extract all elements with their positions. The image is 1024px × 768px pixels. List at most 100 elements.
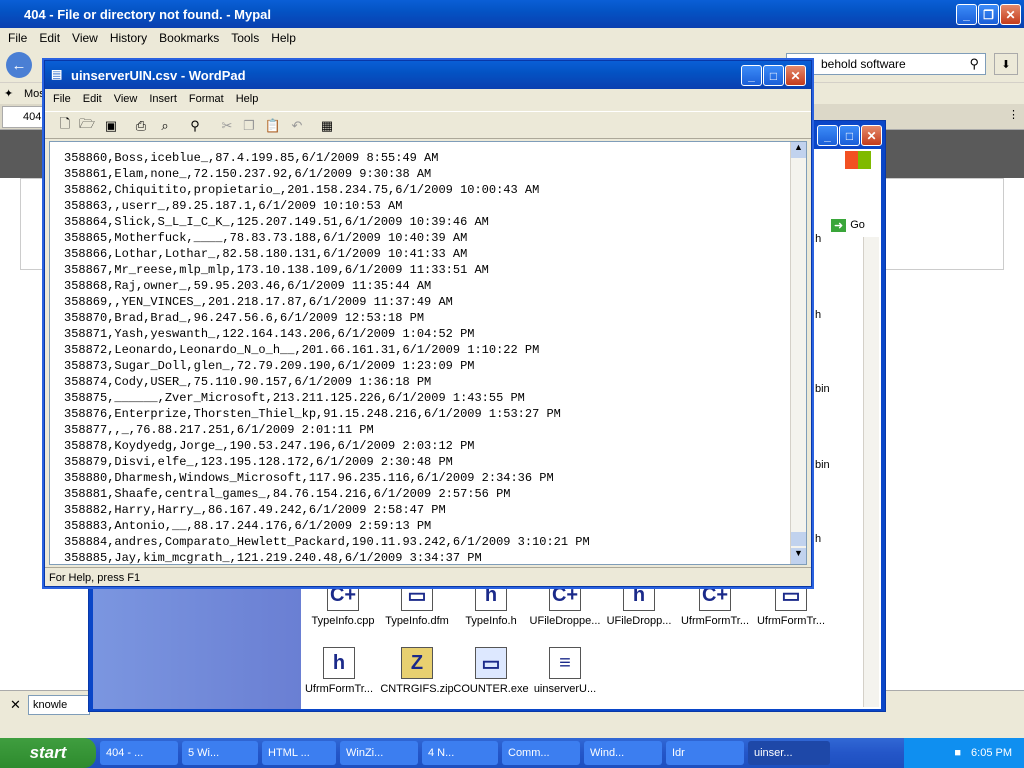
document-vscroll[interactable]: ▲ ▼: [790, 142, 806, 564]
system-tray: ■ 6:05 PM: [904, 738, 1024, 768]
scroll-down-icon[interactable]: ▼: [791, 548, 806, 564]
document-line: 358864,Slick,S_L_I_C_K_,125.207.149.51,6…: [64, 215, 489, 229]
status-text: For Help, press F1: [49, 572, 141, 584]
task-label: Comm...: [508, 747, 550, 759]
explorer-minimize-button[interactable]: _: [817, 125, 838, 146]
zip-file-icon: Z: [401, 647, 433, 679]
new-icon[interactable]: 🗋: [55, 116, 75, 136]
print-preview-icon[interactable]: ⌕: [155, 116, 175, 136]
copy-icon[interactable]: ❐: [239, 116, 259, 136]
wordpad-maximize-button[interactable]: □: [763, 65, 784, 86]
file-name: TypeInfo.dfm: [385, 615, 449, 627]
browser-title: 404 - File or directory not found. - Myp…: [24, 6, 272, 22]
wp-menu-help[interactable]: Help: [236, 93, 259, 105]
document-line: 358861,Elam,none_,72.150.237.92,6/1/2009…: [64, 167, 432, 181]
document-line: 358880,Dharmesh,Windows_Microsoft,117.96…: [64, 471, 554, 485]
file-name: uinserverU...: [533, 683, 597, 695]
wp-menu-format[interactable]: Format: [189, 93, 224, 105]
document-line: 358872,Leonardo,Leonardo_N_o_h__,201.66.…: [64, 343, 540, 357]
close-button[interactable]: ✕: [1000, 4, 1021, 25]
close-find-icon[interactable]: ✕: [10, 697, 21, 713]
file-name: COUNTER.exe: [453, 683, 529, 695]
scroll-up-icon[interactable]: ▲: [791, 142, 806, 158]
exe-file-icon: ▭: [475, 647, 507, 679]
search-input[interactable]: behold software ⚲: [786, 53, 986, 75]
task-label: 4 N...: [428, 747, 455, 759]
file-item[interactable]: h UfrmFormTr...: [301, 647, 377, 695]
wordpad-close-button[interactable]: ✕: [785, 65, 806, 86]
explorer-close-button[interactable]: ✕: [861, 125, 882, 146]
document-line: 358867,Mr_reese,mlp_mlp,173.10.138.109,6…: [64, 263, 489, 277]
task-windows[interactable]: Wind...: [584, 741, 662, 765]
task-wordpad[interactable]: uinser...: [748, 741, 830, 765]
menu-history[interactable]: History: [110, 31, 147, 45]
cut-icon[interactable]: ✂: [217, 116, 237, 136]
menu-bookmarks[interactable]: Bookmarks: [159, 31, 219, 45]
wp-menu-edit[interactable]: Edit: [83, 93, 102, 105]
side-label: h: [815, 309, 822, 321]
restore-button[interactable]: ❐: [978, 4, 999, 25]
go-button[interactable]: ➜ Go: [831, 215, 879, 235]
document-line: 358875,______,Zver_Microsoft,213.211.125…: [64, 391, 525, 405]
menu-view[interactable]: View: [72, 31, 98, 45]
wordpad-title: uinserverUIN.csv - WordPad: [71, 67, 246, 83]
document-line: 358882,Harry,Harry_,86.167.49.242,6/1/20…: [64, 503, 446, 517]
wordpad-window: ▤ uinserverUIN.csv - WordPad _ □ ✕ File …: [44, 60, 812, 587]
document-line: 358873,Sugar_Doll,glen_,72.79.209.190,6/…: [64, 359, 475, 373]
file-item[interactable]: Z CNTRGIFS.zip: [379, 647, 455, 695]
menu-file[interactable]: File: [8, 31, 27, 45]
document-line: 358868,Raj,owner_,59.95.203.46,6/1/2009 …: [64, 279, 432, 293]
wp-menu-view[interactable]: View: [114, 93, 138, 105]
document-line: 358879,Disvi,elfe_,123.195.128.172,6/1/2…: [64, 455, 453, 469]
find-input-value: knowle: [33, 699, 68, 711]
task-explorer[interactable]: 5 Wi...: [182, 741, 258, 765]
wordpad-title-bar: ▤ uinserverUIN.csv - WordPad _ □ ✕: [45, 61, 811, 89]
file-name: UfrmFormTr...: [304, 683, 374, 695]
back-icon[interactable]: ←: [6, 52, 32, 78]
wordpad-statusbar: For Help, press F1: [45, 567, 811, 587]
file-item[interactable]: ▭ COUNTER.exe: [453, 647, 529, 695]
tab-404[interactable]: 404: [2, 106, 48, 128]
open-icon[interactable]: 🗁: [77, 116, 97, 136]
minimize-button[interactable]: _: [956, 4, 977, 25]
document-area[interactable]: 358860,Boss,iceblue_,87.4.199.85,6/1/200…: [49, 141, 807, 565]
document-line: 358877,,_,76.88.217.251,6/1/2009 2:01:11…: [64, 423, 374, 437]
header-file-icon: h: [323, 647, 355, 679]
explorer-vscroll[interactable]: [863, 237, 879, 707]
scroll-thumb[interactable]: [791, 532, 806, 546]
explorer-maximize-button[interactable]: □: [839, 125, 860, 146]
side-label: bin: [815, 383, 830, 395]
document-line: 358866,Lothar,Lothar_,82.58.180.131,6/1/…: [64, 247, 468, 261]
menu-edit[interactable]: Edit: [39, 31, 60, 45]
task-notepad[interactable]: 4 N...: [422, 741, 498, 765]
wordpad-minimize-button[interactable]: _: [741, 65, 762, 86]
task-browser[interactable]: 404 - ...: [100, 741, 178, 765]
side-label: h: [815, 533, 822, 545]
find-input[interactable]: knowle: [28, 695, 90, 715]
task-idr[interactable]: Idr: [666, 741, 744, 765]
search-icon[interactable]: ⚲: [969, 56, 979, 72]
start-button[interactable]: start: [0, 738, 96, 768]
menu-tools[interactable]: Tools: [231, 31, 259, 45]
task-html[interactable]: HTML ...: [262, 741, 336, 765]
tray-icon[interactable]: ■: [954, 747, 961, 759]
save-icon[interactable]: ▣: [101, 116, 121, 136]
paste-icon[interactable]: 📋: [263, 116, 283, 136]
search-input-value: behold software: [821, 57, 906, 71]
explorer-task-pane: [93, 585, 301, 709]
document-line: 358881,Shaafe,central_games_,84.76.154.2…: [64, 487, 511, 501]
print-icon[interactable]: ⎙: [131, 116, 151, 136]
file-item[interactable]: ≡ uinserverU...: [527, 647, 603, 695]
download-icon[interactable]: ⬇: [994, 53, 1018, 75]
undo-icon[interactable]: ↶: [287, 116, 307, 136]
wp-menu-insert[interactable]: Insert: [149, 93, 177, 105]
task-label: WinZi...: [346, 747, 384, 759]
menu-help[interactable]: Help: [271, 31, 296, 45]
task-winzip[interactable]: WinZi...: [340, 741, 418, 765]
document-line: 358862,Chiquitito,propietario_,201.158.2…: [64, 183, 540, 197]
task-command[interactable]: Comm...: [502, 741, 580, 765]
insert-datetime-icon[interactable]: ▦: [317, 116, 337, 136]
tab-overflow-icon[interactable]: ⋮: [1008, 108, 1019, 121]
find-icon[interactable]: ⚲: [185, 116, 205, 136]
wp-menu-file[interactable]: File: [53, 93, 71, 105]
